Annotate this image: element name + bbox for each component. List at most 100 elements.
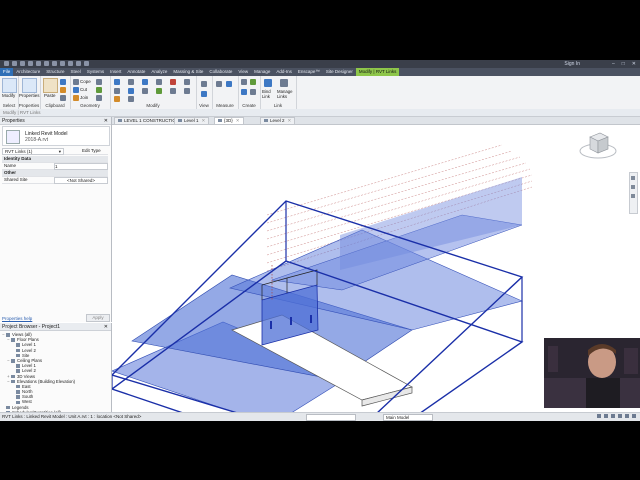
view-node-icon: [11, 374, 15, 379]
tab-massing-site[interactable]: Massing & Site: [170, 68, 206, 76]
trim-icon[interactable]: [156, 88, 162, 94]
group-create-label: Create: [242, 103, 256, 108]
section-icon[interactable]: [68, 61, 73, 66]
open-icon[interactable]: [4, 61, 9, 66]
select-by-face-icon[interactable]: [618, 414, 622, 418]
edit-type-button[interactable]: Edit Type: [82, 148, 101, 153]
cut-geometry-icon[interactable]: [73, 87, 79, 93]
select-underlay-icon[interactable]: [604, 414, 608, 418]
align-icon[interactable]: [114, 79, 120, 85]
undo-icon[interactable]: [20, 61, 25, 66]
wall-joins-icon[interactable]: [96, 79, 102, 85]
move-icon[interactable]: [114, 88, 120, 94]
tab-view[interactable]: View: [235, 68, 251, 76]
select-links-icon[interactable]: [597, 414, 601, 418]
manage-links-icon[interactable]: [280, 79, 288, 87]
text-icon[interactable]: [52, 61, 57, 66]
view-cube[interactable]: [578, 127, 618, 163]
copy-element-icon[interactable]: [128, 88, 134, 94]
measure-icon[interactable]: [44, 61, 49, 66]
tab-systems[interactable]: Systems: [84, 68, 107, 76]
apply-button[interactable]: Apply: [86, 314, 110, 322]
tab-modify-rvt-links[interactable]: Modify | RVT Links: [355, 68, 400, 76]
override-graphics-icon[interactable]: [201, 91, 207, 97]
tab-structure[interactable]: Structure: [43, 68, 67, 76]
create-assembly-icon[interactable]: [241, 79, 247, 85]
unpin-icon[interactable]: [128, 96, 134, 102]
tab-insert[interactable]: Insert: [107, 68, 124, 76]
tab-analyze[interactable]: Analyze: [148, 68, 170, 76]
view-cube-icon[interactable]: [578, 127, 618, 161]
view-tab-3d[interactable]: {3D} ✕: [214, 117, 244, 124]
save-icon[interactable]: [12, 61, 17, 66]
aligned-dimension-icon[interactable]: [226, 81, 232, 87]
view-tab-close-button[interactable]: ✕: [202, 118, 206, 123]
workset-dropdown[interactable]: [306, 414, 356, 421]
print-icon[interactable]: [36, 61, 41, 66]
rotate-icon[interactable]: [142, 88, 148, 94]
design-option-dropdown[interactable]: Main Model: [383, 414, 433, 421]
tab-add-ins[interactable]: Add-Ins: [273, 68, 295, 76]
zoom-icon[interactable]: [631, 185, 635, 189]
pin-icon[interactable]: [114, 96, 120, 102]
view-tab-close-button[interactable]: ✕: [288, 118, 292, 123]
filter-icon[interactable]: [632, 414, 636, 418]
hide-in-view-icon[interactable]: [201, 81, 207, 87]
tab-collaborate[interactable]: Collaborate: [206, 68, 235, 76]
properties-button[interactable]: [22, 78, 37, 93]
properties-close-button[interactable]: ✕: [104, 118, 108, 124]
property-shared-site-value[interactable]: <Not Shared>: [54, 177, 108, 184]
paste-button[interactable]: [43, 78, 58, 93]
tab-file[interactable]: File: [0, 68, 14, 76]
bind-link-icon[interactable]: [264, 79, 272, 87]
create-group-icon[interactable]: [241, 89, 247, 95]
tab-steel[interactable]: Steel: [68, 68, 84, 76]
offset-icon[interactable]: [128, 79, 134, 85]
3d-view-icon[interactable]: [60, 61, 65, 66]
maximize-button[interactable]: □: [622, 61, 625, 67]
view-tab-level-1[interactable]: Level 1 ✕: [174, 117, 210, 124]
split-icon[interactable]: [170, 88, 176, 94]
drag-elements-icon[interactable]: [625, 414, 629, 418]
select-pinned-icon[interactable]: [611, 414, 615, 418]
tab-architecture[interactable]: Architecture: [13, 68, 43, 76]
section-other[interactable]: Other: [2, 170, 108, 177]
view-tab-close-button[interactable]: ✕: [236, 118, 240, 123]
tab-enscape[interactable]: Enscape™: [295, 68, 323, 76]
mirror-draw-icon[interactable]: [156, 79, 162, 85]
section-identity-data[interactable]: Identity Data: [2, 156, 108, 163]
measure-between-icon[interactable]: [216, 81, 222, 87]
properties-help-link[interactable]: Properties help: [2, 316, 32, 321]
thin-lines-icon[interactable]: [76, 61, 81, 66]
create-parts-icon[interactable]: [250, 79, 256, 85]
instance-filter-dropdown[interactable]: RVT Links (1) ▾: [2, 148, 64, 155]
close-hidden-icon[interactable]: [84, 61, 89, 66]
scale-icon[interactable]: [184, 79, 190, 85]
navigation-bar[interactable]: [629, 172, 638, 214]
type-selector[interactable]: Linked Revit Model 2018-A.rvt: [2, 126, 110, 146]
minimize-button[interactable]: –: [612, 61, 615, 67]
create-similar-icon[interactable]: [250, 89, 256, 95]
tab-manage[interactable]: Manage: [251, 68, 273, 76]
view-tab-level-2[interactable]: Level 2 ✕: [260, 117, 296, 124]
tab-site-designer[interactable]: Site Designer: [323, 68, 356, 76]
split-face-icon[interactable]: [96, 95, 102, 101]
copy-icon[interactable]: [60, 87, 66, 93]
modify-button[interactable]: [2, 78, 17, 93]
delete-icon[interactable]: [170, 79, 176, 85]
redo-icon[interactable]: [28, 61, 33, 66]
array-icon[interactable]: [184, 88, 190, 94]
mirror-axis-icon[interactable]: [142, 79, 148, 85]
tab-annotate[interactable]: Annotate: [124, 68, 148, 76]
join-icon[interactable]: [73, 95, 79, 101]
close-window-button[interactable]: ✕: [632, 61, 636, 67]
project-browser-close-button[interactable]: ✕: [104, 324, 108, 330]
orbit-icon[interactable]: [631, 194, 635, 198]
steering-wheel-icon[interactable]: [631, 176, 635, 180]
property-name-value[interactable]: 1: [54, 163, 108, 170]
match-properties-icon[interactable]: [60, 95, 66, 101]
paint-icon[interactable]: [96, 87, 102, 93]
sign-in-link[interactable]: Sign In: [564, 61, 580, 67]
cut-clipboard-icon[interactable]: [60, 79, 66, 85]
cope-icon[interactable]: [73, 79, 79, 85]
